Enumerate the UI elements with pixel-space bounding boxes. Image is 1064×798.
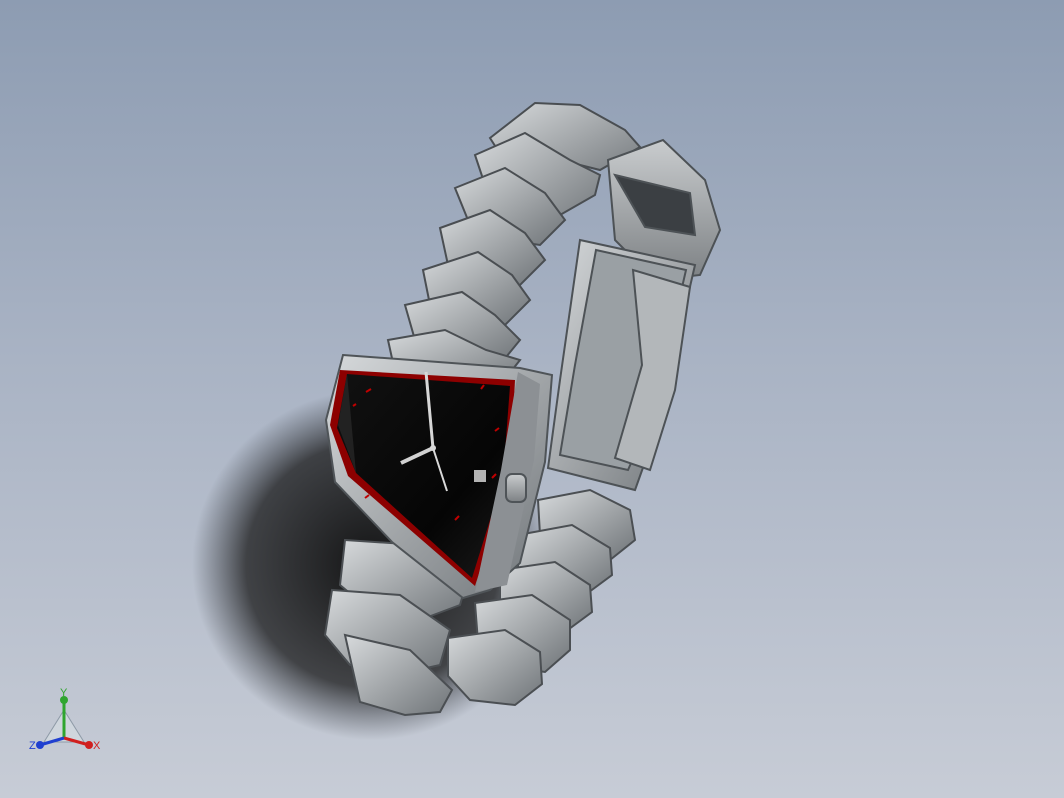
- z-axis-label: Z: [29, 740, 36, 752]
- x-axis-tip: [85, 741, 93, 749]
- watch-model[interactable]: [0, 0, 1064, 798]
- coordinate-triad: Y X Z: [22, 682, 112, 762]
- cad-viewport[interactable]: Y X Z: [0, 0, 1064, 798]
- y-axis-label: Y: [60, 687, 68, 699]
- z-axis-tip: [36, 741, 44, 749]
- x-axis-label: X: [93, 740, 101, 752]
